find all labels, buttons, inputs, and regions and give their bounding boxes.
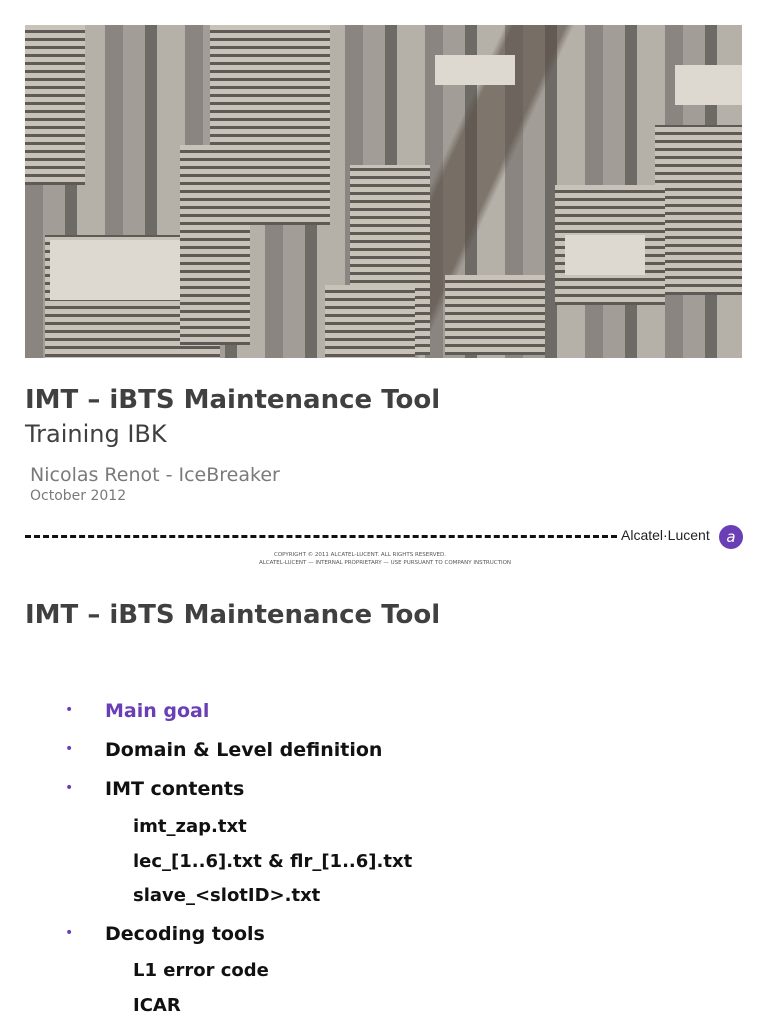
list-item: Main goal (105, 700, 210, 722)
copyright-line-1: COPYRIGHT © 2011 ALCATEL-LUCENT. ALL RIG… (274, 552, 446, 558)
bullet-icon: • (65, 741, 74, 757)
alcatel-lucent-logo-icon: a (719, 525, 743, 549)
bullet-icon: • (65, 925, 74, 941)
bullet-icon: • (65, 702, 74, 718)
list-item: imt_zap.txt (133, 816, 247, 837)
list-item: slave_<slotID>.txt (133, 885, 321, 906)
list-item: Domain & Level definition (105, 739, 383, 761)
list-item: IMT contents (105, 778, 245, 800)
list-item: lec_[1..6].txt & flr_[1..6].txt (133, 851, 413, 872)
list-item: Decoding tools (105, 923, 265, 945)
cover-date: October 2012 (30, 488, 127, 504)
cover-subtitle: Training IBK (25, 420, 167, 448)
cover-author: Nicolas Renot - IceBreaker (30, 464, 280, 486)
copyright-line-2: ALCATEL-LUCENT — INTERNAL PROPRIETARY — … (258, 560, 512, 566)
bullet-icon: • (65, 780, 74, 796)
list-item: L1 error code (133, 960, 269, 981)
cover-title: IMT – iBTS Maintenance Tool (25, 385, 441, 415)
city-aerial-photo (25, 25, 742, 358)
slide-title: IMT – iBTS Maintenance Tool (25, 600, 441, 630)
logo-text: Alcatel·Lucent (621, 527, 710, 543)
dashed-divider (25, 535, 617, 538)
list-item: ICAR (133, 995, 181, 1016)
